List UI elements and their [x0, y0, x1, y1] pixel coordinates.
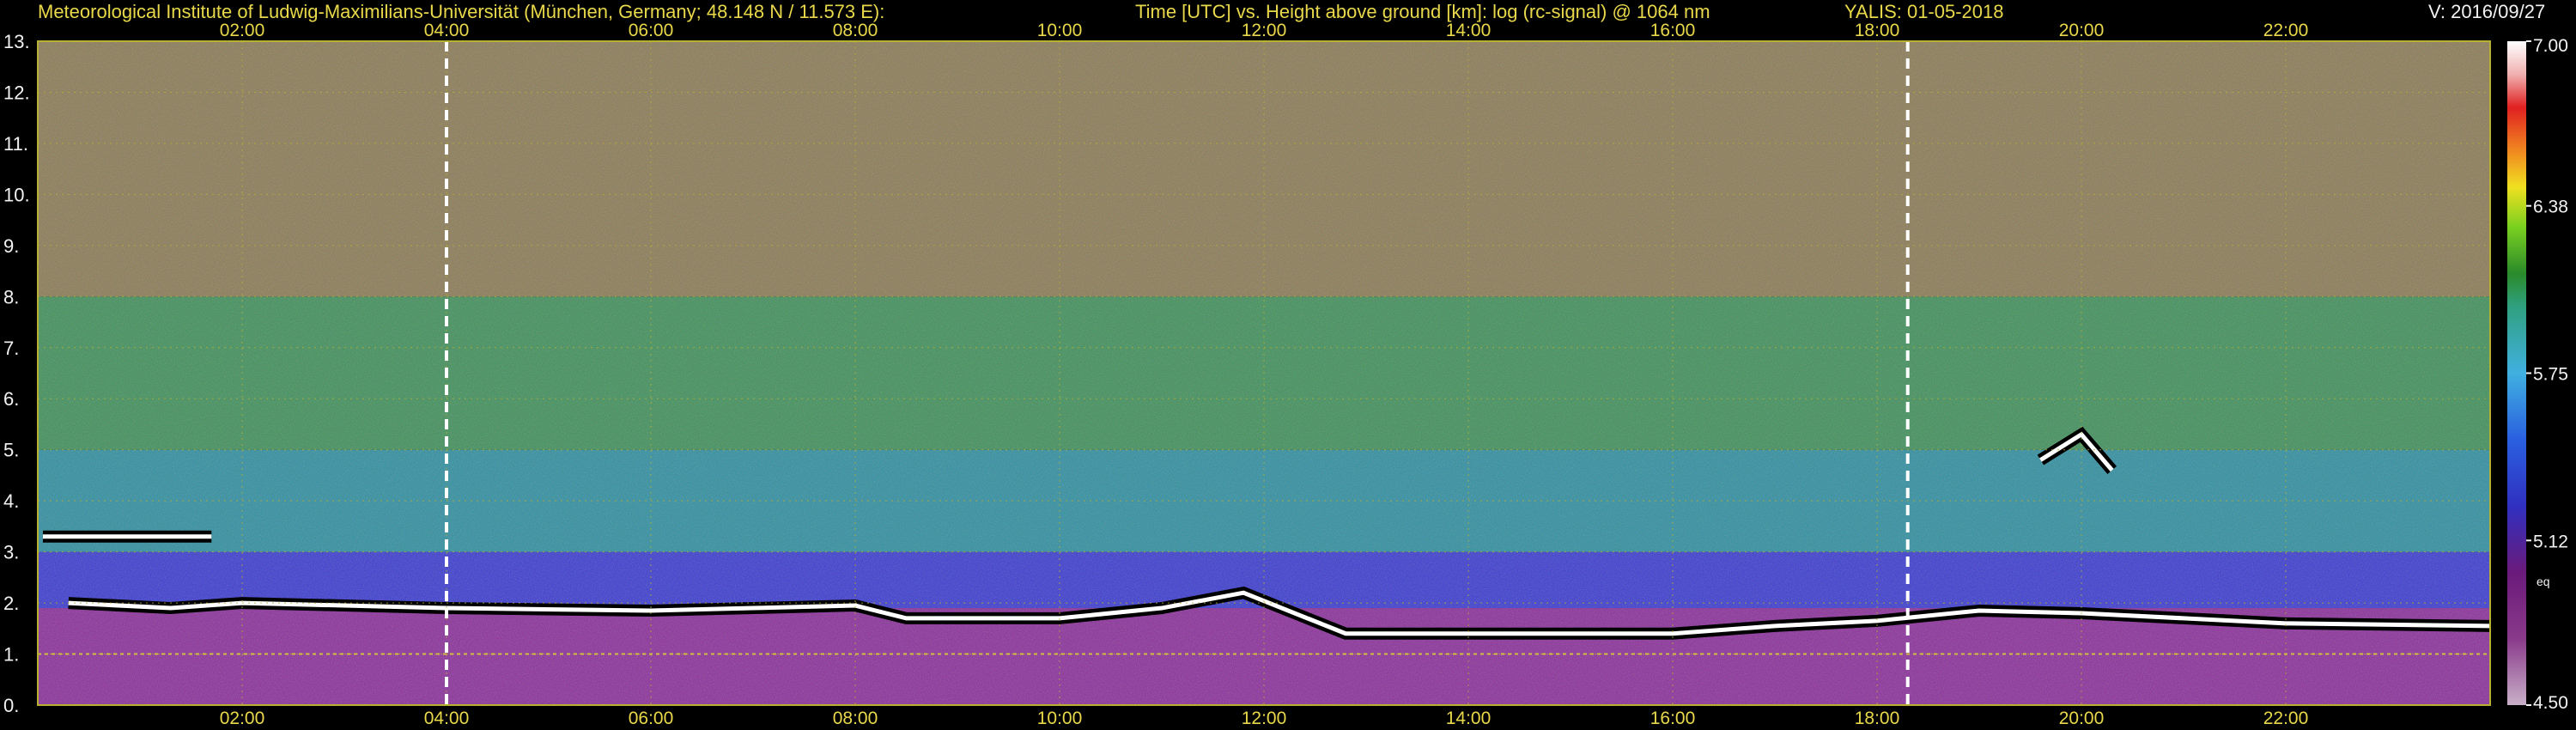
x-tick-label-top: 06:00 [629, 21, 674, 40]
x-tick-label-bottom: 04:00 [424, 709, 470, 728]
y-tick-label: 11. [3, 133, 28, 155]
x-tick-label-bottom: 08:00 [833, 709, 878, 728]
y-tick-label: 0. [3, 695, 19, 716]
colorbar-tick-label: 5.12 [2533, 532, 2568, 551]
colorbar-tick-label: 6.38 [2533, 198, 2568, 217]
y-tick-label: 12. [3, 82, 30, 103]
y-tick-label: 6. [3, 388, 19, 410]
x-tick-label-bottom: 06:00 [629, 709, 674, 728]
colorbar-small-label: eq [2537, 575, 2550, 588]
x-tick-label-top: 08:00 [833, 21, 878, 40]
y-tick-label: 8. [3, 286, 19, 307]
y-tick-label: 3. [3, 542, 19, 563]
colorbar [2507, 41, 2526, 705]
x-tick-label-top: 10:00 [1037, 21, 1083, 40]
x-tick-label-bottom: 16:00 [1650, 709, 1696, 728]
y-tick-label: 5. [3, 440, 19, 461]
colorbar-tick-label: 4.50 [2533, 693, 2568, 713]
x-tick-label-bottom: 20:00 [2059, 709, 2105, 728]
x-tick-label-bottom: 22:00 [2263, 709, 2309, 728]
x-tick-label-top: 16:00 [1650, 21, 1696, 40]
colorbar-tick-label: 7.00 [2533, 36, 2568, 56]
colorbar-tick-label: 5.75 [2533, 365, 2568, 385]
y-tick-label: 9. [3, 235, 19, 257]
y-tick-label: 1. [3, 644, 19, 666]
y-tick-label: 10. [3, 184, 30, 205]
y-tick-label: 7. [3, 338, 19, 359]
x-tick-label-bottom: 18:00 [1855, 709, 1900, 728]
x-tick-label-top: 18:00 [1855, 21, 1900, 40]
x-tick-label-top: 02:00 [220, 21, 265, 40]
x-tick-label-top: 20:00 [2059, 21, 2105, 40]
y-tick-label: 13. [3, 31, 30, 52]
x-tick-label-top: 04:00 [424, 21, 470, 40]
x-tick-label-bottom: 12:00 [1242, 709, 1287, 728]
x-tick-label-top: 22:00 [2263, 21, 2309, 40]
lidar-chart: 02:00 02:00 04:00 04:00 06:00 06:00 08:00 08:00… [3, 21, 2568, 728]
x-tick-label-bottom: 14:00 [1446, 709, 1492, 728]
x-tick-label-bottom: 02:00 [220, 709, 265, 728]
x-tick-label-top: 12:00 [1242, 21, 1287, 40]
x-tick-label-bottom: 10:00 [1037, 709, 1083, 728]
x-tick-label-top: 14:00 [1446, 21, 1492, 40]
y-tick-label: 2. [3, 593, 19, 614]
y-tick-label: 4. [3, 490, 19, 512]
